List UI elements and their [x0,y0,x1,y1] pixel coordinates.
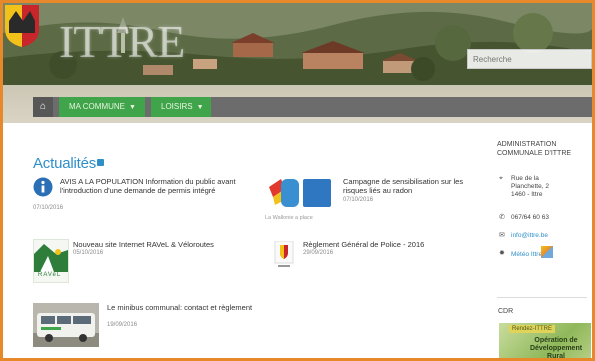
cdr-banner[interactable]: Rendez-ITTRE Opération de Développement … [499,323,591,360]
news-item-date: 07/10/2016 [33,205,64,211]
news-item-date: 07/10/2016 [343,197,374,203]
weather-link[interactable]: Météo Ittre [511,251,542,258]
news-item-title[interactable]: AVIS A LA POPULATION Information du publ… [60,177,250,195]
nav-tab-label: LOISIRS [161,102,193,111]
email-link[interactable]: info@ittre.be [511,232,548,239]
news-item-title[interactable]: Règlement Général de Police - 2016 [303,240,473,249]
globe-icon: ✸ [499,250,505,257]
thumbnail-caption: La Wallonie a place [265,215,313,221]
news-item-date: 29/09/2016 [303,250,334,256]
envelope-icon: ✉ [499,232,505,239]
ittre-coat-of-arms-logo [5,5,39,47]
rss-icon[interactable] [97,159,104,166]
weather-icon[interactable] [541,246,553,258]
ravel-logo-image [34,244,68,272]
admin-title: ADMINISTRATION COMMUNALE D'ITTRE [497,141,572,157]
phone-icon: ✆ [499,214,505,221]
ittre-document-logo-image [274,240,294,267]
search-input[interactable] [467,49,592,69]
page-frame: ITTRE ⌂ MA COMMUNE▼ LOISIRS▼ Actualités … [0,0,595,361]
news-thumbnail[interactable]: La Wallonie a place [265,175,335,223]
nav-tab-ma-commune[interactable]: MA COMMUNE ▼ [59,97,145,117]
nav-tab-label: MA COMMUNE [69,102,125,111]
news-section-title: Actualités [33,155,97,172]
cdr-tag: Rendez-ITTRE [509,325,556,333]
nav-tab-loisirs[interactable]: LOISIRS ▼ [151,97,211,117]
news-item-date: 19/09/2016 [107,322,138,328]
news-item-title[interactable]: Nouveau site Internet RAVeL & Véloroutes [73,240,253,249]
info-icon[interactable] [33,177,53,197]
home-button[interactable]: ⌂ [33,97,53,117]
phone-number[interactable]: 067/64 60 63 [511,214,549,222]
news-thumbnail[interactable] [273,240,295,269]
minibus-photo [33,303,99,347]
header-banner: ITTRE [3,3,592,85]
sidebar: ADMINISTRATION COMMUNALE D'ITTRE ⌖ Rue d… [495,137,592,358]
address-line-3: 1460 - Ittre [511,191,543,198]
address-line-2: Planchette, 2 [511,183,549,190]
nav-area: ⌂ MA COMMUNE ▼ LOISIRS ▼ [3,85,592,123]
news-thumbnail[interactable]: RAVeL [33,239,69,283]
site-name: ITTRE [59,16,185,67]
main-navbar: ⌂ MA COMMUNE ▼ LOISIRS ▼ [33,97,592,117]
news-thumbnail[interactable] [33,303,99,347]
news-item-title[interactable]: Le minibus communal: contact et règlemen… [107,303,257,312]
main-content: Actualités AVIS A LA POPULATION Informat… [3,123,592,358]
cdr-text: Opération de Développement Rural [529,337,583,360]
cdr-title: CDR [498,308,514,315]
wallonia-logo-image [269,179,331,207]
home-icon: ⌂ [39,101,47,112]
news-item-date: 05/10/2016 [73,250,104,256]
sidebar-divider [497,297,587,298]
address-line-1: Rue de la [511,175,539,182]
news-item-title[interactable]: Campagne de sensibilisation sur les risq… [343,177,483,195]
thumbnail-caption: RAVeL [38,272,62,278]
map-pin-icon: ⌖ [499,175,503,182]
chevron-down-icon: ▼ [129,104,136,111]
chevron-down-icon: ▼ [196,104,204,111]
